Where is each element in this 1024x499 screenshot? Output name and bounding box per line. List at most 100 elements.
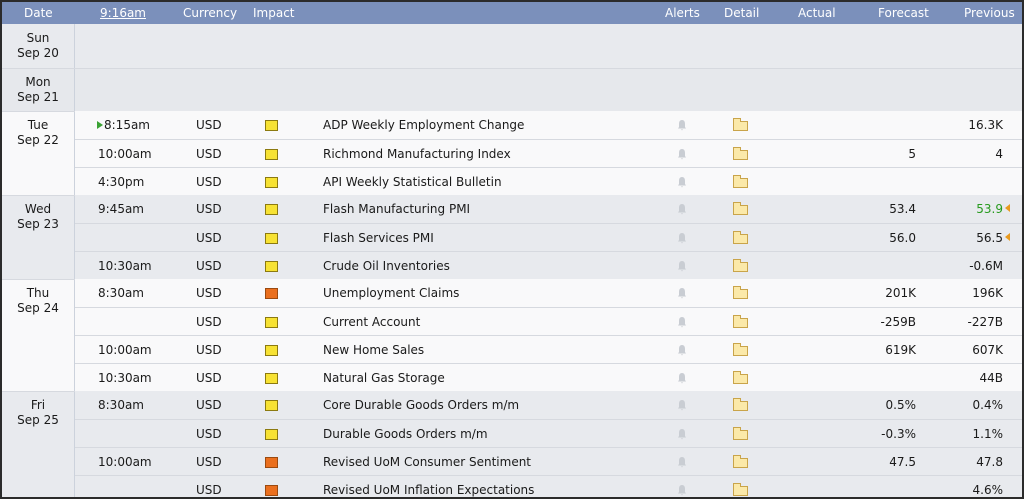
detail-folder-icon[interactable]	[733, 343, 748, 356]
impact-yellow-icon[interactable]	[265, 233, 278, 244]
revised-flag-icon[interactable]	[1005, 233, 1010, 241]
detail-folder-icon[interactable]	[733, 147, 748, 160]
detail-folder-icon[interactable]	[733, 286, 748, 299]
event-title[interactable]: Revised UoM Consumer Sentiment	[323, 455, 531, 469]
impact-yellow-icon[interactable]	[265, 177, 278, 188]
alert-bell-icon[interactable]	[677, 176, 687, 188]
detail-folder-icon[interactable]	[733, 259, 748, 272]
alert-bell-icon[interactable]	[677, 119, 687, 131]
event-row[interactable]: 8:30am USD Unemployment Claims 201K 196K	[75, 279, 1022, 307]
event-row[interactable]: USD Revised UoM Inflation Expectations 4.6…	[75, 475, 1022, 497]
alert-bell-icon[interactable]	[677, 399, 687, 411]
event-previous-value: 1.1%	[972, 427, 1004, 441]
impact-yellow-icon[interactable]	[265, 317, 278, 328]
event-currency: USD	[196, 371, 222, 385]
day-cell: Tue Sep 22	[2, 112, 74, 196]
impact-yellow-icon[interactable]	[265, 204, 278, 215]
event-previous: -227B	[943, 315, 1003, 329]
alert-bell-icon[interactable]	[677, 428, 687, 440]
alert-bell-icon[interactable]	[677, 260, 687, 272]
impact-orange-icon[interactable]	[265, 485, 278, 496]
impact-yellow-icon[interactable]	[265, 400, 278, 411]
event-currency: USD	[196, 147, 222, 161]
event-title[interactable]: Unemployment Claims	[323, 286, 459, 300]
event-row[interactable]: 10:00am USD Richmond Manufacturing Index 5 4	[75, 139, 1022, 167]
revised-flag-icon[interactable]	[1005, 204, 1010, 212]
detail-folder-icon[interactable]	[733, 175, 748, 188]
event-previous-value: 0.4%	[972, 398, 1004, 412]
event-forecast: -259B	[880, 315, 916, 329]
event-currency: USD	[196, 286, 222, 300]
impact-orange-icon[interactable]	[265, 457, 278, 468]
event-previous: -0.6M	[943, 259, 1003, 273]
impact-yellow-icon[interactable]	[265, 261, 278, 272]
day-cell: Thu Sep 24	[2, 280, 74, 392]
event-title[interactable]: API Weekly Statistical Bulletin	[323, 175, 502, 189]
day-cell: Mon Sep 21	[2, 69, 74, 112]
alert-bell-icon[interactable]	[677, 456, 687, 468]
event-row[interactable]: 10:30am USD Natural Gas Storage 44B	[75, 363, 1022, 391]
event-currency: USD	[196, 259, 222, 273]
detail-folder-icon[interactable]	[733, 455, 748, 468]
event-row[interactable]: 8:15am USD ADP Weekly Employment Change 16.…	[75, 111, 1022, 139]
event-time-text: 9:45am	[98, 202, 144, 216]
event-row[interactable]: 8:30am USD Core Durable Goods Orders m/m 0.…	[75, 391, 1022, 419]
event-row[interactable]: 10:00am USD Revised UoM Consumer Sentiment…	[75, 447, 1022, 475]
alert-bell-icon[interactable]	[677, 484, 687, 496]
event-title[interactable]: Revised UoM Inflation Expectations	[323, 483, 534, 497]
detail-folder-icon[interactable]	[733, 483, 748, 496]
event-previous: 47.8	[943, 455, 1003, 469]
event-row[interactable]: 10:30am USD Crude Oil Inventories -0.6M	[75, 251, 1022, 279]
event-title[interactable]: ADP Weekly Employment Change	[323, 118, 524, 132]
detail-folder-icon[interactable]	[733, 231, 748, 244]
event-title[interactable]: Durable Goods Orders m/m	[323, 427, 488, 441]
event-previous-value: 44B	[979, 371, 1003, 385]
event-row[interactable]: USD Flash Services PMI 56.0 56.5	[75, 223, 1022, 251]
event-row[interactable]: 10:00am USD New Home Sales 619K 607K	[75, 335, 1022, 363]
impact-yellow-icon[interactable]	[265, 120, 278, 131]
alert-bell-icon[interactable]	[677, 344, 687, 356]
detail-folder-icon[interactable]	[733, 315, 748, 328]
event-title[interactable]: Richmond Manufacturing Index	[323, 147, 511, 161]
header-detail: Detail	[724, 6, 760, 20]
event-currency: USD	[196, 118, 222, 132]
alert-bell-icon[interactable]	[677, 316, 687, 328]
event-title[interactable]: Flash Services PMI	[323, 231, 434, 245]
event-time: 10:00am	[98, 147, 152, 161]
event-time: 4:30pm	[98, 175, 144, 189]
event-title[interactable]: Current Account	[323, 315, 420, 329]
event-title[interactable]: Crude Oil Inventories	[323, 259, 450, 273]
alert-bell-icon[interactable]	[677, 232, 687, 244]
event-currency: USD	[196, 483, 222, 497]
detail-folder-icon[interactable]	[733, 202, 748, 215]
event-forecast: 201K	[885, 286, 916, 300]
impact-yellow-icon[interactable]	[265, 429, 278, 440]
event-title[interactable]: Natural Gas Storage	[323, 371, 445, 385]
detail-folder-icon[interactable]	[733, 371, 748, 384]
impact-orange-icon[interactable]	[265, 288, 278, 299]
event-row[interactable]: 4:30pm USD API Weekly Statistical Bulletin	[75, 167, 1022, 195]
detail-folder-icon[interactable]	[733, 427, 748, 440]
impact-yellow-icon[interactable]	[265, 345, 278, 356]
detail-folder-icon[interactable]	[733, 398, 748, 411]
event-currency: USD	[196, 315, 222, 329]
event-previous: 1.1%	[943, 427, 1004, 441]
event-title[interactable]: Flash Manufacturing PMI	[323, 202, 470, 216]
impact-yellow-icon[interactable]	[265, 149, 278, 160]
event-title[interactable]: New Home Sales	[323, 343, 424, 357]
event-row[interactable]: USD Durable Goods Orders m/m -0.3% 1.1%	[75, 419, 1022, 447]
detail-folder-icon[interactable]	[733, 118, 748, 131]
alert-bell-icon[interactable]	[677, 372, 687, 384]
day-cell: Fri Sep 25	[2, 392, 74, 497]
event-forecast: 0.5%	[885, 398, 917, 412]
event-title[interactable]: Core Durable Goods Orders m/m	[323, 398, 519, 412]
upcoming-arrow-icon	[97, 121, 103, 129]
alert-bell-icon[interactable]	[677, 203, 687, 215]
event-previous: 16.3K	[943, 118, 1003, 132]
event-row[interactable]: 9:45am USD Flash Manufacturing PMI 53.4 53.9	[75, 195, 1022, 223]
impact-yellow-icon[interactable]	[265, 373, 278, 384]
header-current-time[interactable]: 9:16am	[100, 6, 146, 20]
event-row[interactable]: USD Current Account -259B -227B	[75, 307, 1022, 335]
alert-bell-icon[interactable]	[677, 287, 687, 299]
alert-bell-icon[interactable]	[677, 148, 687, 160]
